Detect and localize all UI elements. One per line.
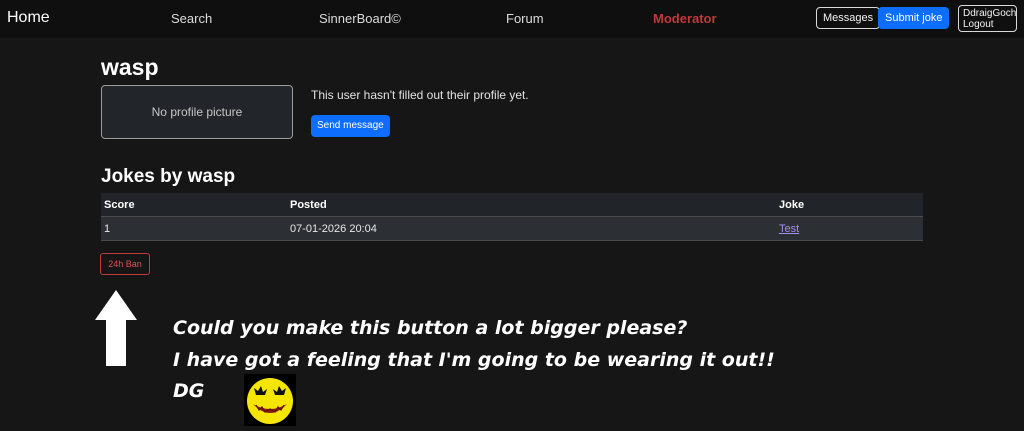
cell-score: 1 [101, 216, 287, 241]
logout-label: Logout [963, 19, 994, 30]
joke-link[interactable]: Test [779, 223, 799, 235]
jokes-section-title: Jokes by wasp [101, 166, 236, 187]
profile-username: wasp [101, 54, 159, 80]
top-navbar: Home Search SinnerBoard© Forum Moderator… [0, 0, 1024, 38]
annotation-line-2: I have got a feeling that I'm going to b… [173, 349, 775, 371]
table-header-row: Score Posted Joke [101, 193, 923, 217]
annotation-line-1: Could you make this button a lot bigger … [173, 317, 688, 339]
nav-forum[interactable]: Forum [506, 11, 544, 26]
header-posted: Posted [287, 193, 776, 217]
jokes-table: Score Posted Joke 1 07-01-2026 20:04 Tes… [101, 193, 923, 241]
joker-smiley-icon [244, 374, 296, 426]
up-arrow-icon [95, 290, 137, 366]
annotation-signature: DG [173, 380, 205, 402]
nav-moderator[interactable]: Moderator [653, 11, 717, 26]
submit-joke-button[interactable]: Submit joke [878, 7, 950, 29]
nav-search[interactable]: Search [171, 11, 212, 26]
header-score: Score [101, 193, 287, 217]
header-joke: Joke [776, 193, 923, 217]
no-picture-text: No profile picture [151, 105, 243, 119]
home-link[interactable]: Home [7, 9, 50, 27]
cell-joke: Test [776, 216, 923, 241]
username-label: DdraigGoch [963, 8, 1017, 19]
ban-24h-button[interactable]: 24h Ban [100, 253, 150, 275]
table-row: 1 07-01-2026 20:04 Test [101, 216, 923, 241]
nav-sinnerboard[interactable]: SinnerBoard© [319, 11, 401, 26]
user-logout-button[interactable]: DdraigGoch Logout [958, 5, 1017, 32]
cell-posted: 07-01-2026 20:04 [287, 216, 776, 241]
messages-button[interactable]: Messages [816, 7, 881, 29]
profile-picture-placeholder: No profile picture [101, 85, 293, 139]
send-message-button[interactable]: Send message [311, 115, 390, 137]
profile-empty-text: This user hasn't filled out their profil… [311, 88, 529, 102]
